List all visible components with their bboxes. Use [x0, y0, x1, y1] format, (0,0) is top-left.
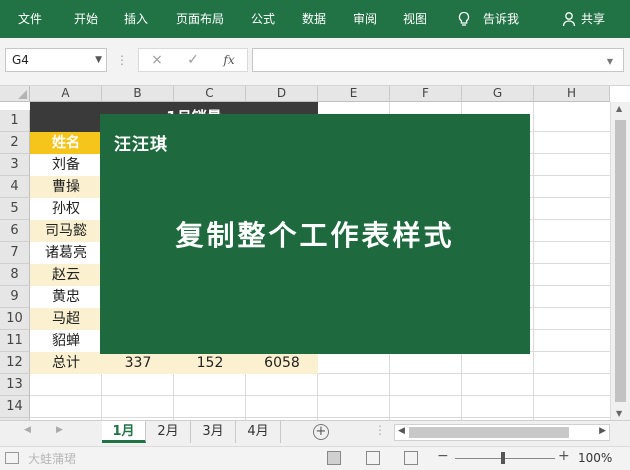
menu-page-layout[interactable]: 页面布局 — [176, 0, 224, 38]
cell-total-c[interactable]: 152 — [174, 352, 246, 374]
gridline — [30, 417, 610, 418]
tab-sheet-3[interactable]: 3月 — [191, 421, 236, 443]
page-layout-view-icon[interactable] — [366, 451, 380, 465]
col-header-f[interactable]: F — [390, 86, 462, 102]
horizontal-scrollbar[interactable]: ◀ ▶ — [394, 424, 610, 441]
menu-review[interactable]: 审阅 — [353, 0, 377, 38]
overlay-brand: 汪汪琪 — [114, 135, 168, 155]
expand-formula-icon[interactable]: ▼ — [607, 51, 613, 73]
chevron-down-icon[interactable]: ▼ — [95, 49, 102, 71]
watermark-text: 大蛙蒲珺 — [28, 452, 77, 466]
menu-insert[interactable]: 插入 — [124, 0, 148, 38]
menu-home[interactable]: 开始 — [74, 0, 98, 38]
corner-triangle-icon — [18, 90, 27, 99]
sheet-tabs-bar: ◀ ▶ 1月 2月 3月 4月 + ⋮ ◀ ▶ — [0, 420, 630, 446]
vertical-scroll-thumb[interactable] — [615, 120, 626, 402]
row-header-4[interactable]: 4 — [0, 176, 30, 198]
row-header-13[interactable]: 13 — [0, 374, 30, 396]
cell-total-b[interactable]: 337 — [102, 352, 174, 374]
select-all-corner[interactable] — [0, 86, 30, 102]
cell-name[interactable]: 诸葛亮 — [30, 242, 102, 264]
tab-sheet-4[interactable]: 4月 — [236, 421, 281, 443]
zoom-slider-thumb[interactable] — [501, 452, 505, 464]
header-cell-name[interactable]: 姓名 — [30, 132, 102, 154]
row-header-8[interactable]: 8 — [0, 264, 30, 286]
row-header-11[interactable]: 11 — [0, 330, 30, 352]
scroll-right-icon[interactable]: ▶ — [599, 426, 606, 436]
tab-sheet-2[interactable]: 2月 — [146, 421, 191, 443]
row-header-10[interactable]: 10 — [0, 308, 30, 330]
col-header-b[interactable]: B — [102, 86, 174, 102]
cell-name[interactable]: 马超 — [30, 308, 102, 330]
scroll-left-icon[interactable]: ◀ — [398, 426, 405, 436]
share-button[interactable]: 共享 — [581, 0, 605, 38]
lightbulb-icon — [458, 11, 470, 26]
macro-record-icon[interactable] — [5, 452, 19, 464]
gridline — [30, 395, 610, 396]
ribbon-menu-bar: 文件 开始 插入 页面布局 公式 数据 审阅 视图 告诉我 共享 — [0, 0, 630, 38]
formula-input[interactable]: ▼ — [252, 48, 624, 72]
row-header-14[interactable]: 14 — [0, 396, 30, 418]
cell-name[interactable]: 赵云 — [30, 264, 102, 286]
name-box-value: G4 — [12, 53, 29, 67]
tab-scroll-left-icon[interactable]: ◀ — [24, 425, 31, 435]
row-header-3[interactable]: 3 — [0, 154, 30, 176]
insert-function-icon[interactable]: fx — [217, 49, 241, 71]
menu-formulas[interactable]: 公式 — [251, 0, 275, 38]
cell-total-label[interactable]: 总计 — [30, 352, 102, 374]
tab-sheet-1[interactable]: 1月 — [102, 421, 146, 443]
scroll-up-icon[interactable]: ▲ — [616, 104, 622, 113]
row-header-7[interactable]: 7 — [0, 242, 30, 264]
formula-bar: G4 ▼ ⋮ × ✓ fx ▼ — [0, 38, 630, 86]
scroll-down-icon[interactable]: ▼ — [616, 409, 622, 418]
menu-file[interactable]: 文件 — [18, 0, 42, 38]
col-header-a[interactable]: A — [30, 86, 102, 102]
cell-name[interactable]: 曹操 — [30, 176, 102, 198]
overlay-title: 复制整个工作表样式 — [175, 219, 455, 252]
status-bar: 大蛙蒲珺 − + 100% — [0, 446, 630, 470]
row-header-12[interactable]: 12 — [0, 352, 30, 374]
cell-name[interactable]: 孙权 — [30, 198, 102, 220]
col-header-h[interactable]: H — [534, 86, 610, 102]
enter-icon[interactable]: ✓ — [181, 49, 205, 71]
row-header-6[interactable]: 6 — [0, 220, 30, 242]
col-header-g[interactable]: G — [462, 86, 534, 102]
formula-buttons: × ✓ fx — [138, 48, 248, 72]
row-header-9[interactable]: 9 — [0, 286, 30, 308]
zoom-slider[interactable] — [455, 458, 555, 459]
horizontal-scroll-thumb[interactable] — [409, 427, 569, 438]
zoom-in-icon[interactable]: + — [558, 448, 570, 464]
normal-view-icon[interactable] — [327, 451, 341, 465]
col-header-e[interactable]: E — [318, 86, 390, 102]
cell-name[interactable]: 黄忠 — [30, 286, 102, 308]
person-icon — [562, 12, 576, 27]
col-header-d[interactable]: D — [246, 86, 318, 102]
cell-name[interactable]: 司马懿 — [30, 220, 102, 242]
cell-name[interactable]: 貂蝉 — [30, 330, 102, 352]
page-break-view-icon[interactable] — [404, 451, 418, 465]
menu-view[interactable]: 视图 — [403, 0, 427, 38]
tab-scroll-right-icon[interactable]: ▶ — [56, 425, 63, 435]
menu-data[interactable]: 数据 — [302, 0, 326, 38]
cancel-icon[interactable]: × — [145, 49, 169, 71]
zoom-out-icon[interactable]: − — [437, 448, 449, 464]
row-header-5[interactable]: 5 — [0, 198, 30, 220]
tell-me-search[interactable]: 告诉我 — [483, 0, 519, 38]
more-dots-icon: ⋮ — [374, 423, 386, 437]
cell-name[interactable]: 刘备 — [30, 154, 102, 176]
cell-total-d[interactable]: 6058 — [246, 352, 318, 374]
col-header-c[interactable]: C — [174, 86, 246, 102]
vertical-scrollbar[interactable]: ▲ ▼ — [610, 102, 630, 420]
name-box[interactable]: G4 ▼ — [5, 48, 107, 72]
row-header-2[interactable]: 2 — [0, 132, 30, 154]
row-header-1[interactable]: 1 — [0, 110, 30, 132]
add-sheet-icon[interactable]: + — [313, 424, 329, 440]
overlay-card: 汪汪琪 复制整个工作表样式 — [100, 114, 530, 354]
more-dots-icon: ⋮ — [116, 53, 128, 67]
zoom-level[interactable]: 100% — [578, 451, 612, 465]
